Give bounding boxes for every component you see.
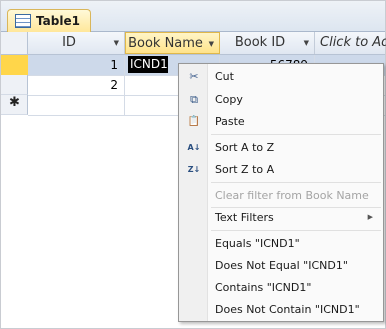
select-all-corner[interactable] [1,32,28,54]
cell-id[interactable] [28,95,125,115]
submenu-arrow-icon: ▶ [367,213,373,221]
menu-separator [211,230,381,231]
row-selector[interactable] [1,75,28,95]
menu-separator [211,182,381,183]
tab-label: Table1 [36,14,80,28]
chevron-down-icon[interactable]: ▼ [304,32,309,54]
chevron-down-icon[interactable]: ▼ [114,32,119,54]
menu-item-copy[interactable]: Copy [215,93,243,107]
table-icon [15,14,31,28]
menu-item-does-not-equal[interactable]: Does Not Equal "ICND1" [215,259,348,273]
menu-item-sort-a-to-z[interactable]: Sort A to Z [215,141,274,155]
menu-item-does-not-contain[interactable]: Does Not Contain "ICND1" [215,303,360,317]
menu-item-clear-filter: Clear filter from Book Name [215,189,369,202]
access-table-window: Table1 ID ▼ Book Name ▼ Book ID ▼ Click … [0,0,386,329]
row-selector-current[interactable] [1,55,28,76]
column-header-label: Click to Ad [320,35,386,50]
column-header-click-to-add[interactable]: Click to Ad [315,32,386,54]
menu-item-text-filters[interactable]: Text Filters [215,211,274,225]
menu-item-cut[interactable]: Cut [215,70,234,84]
sort-a-to-z-icon: A↓ [187,143,201,152]
cell-id[interactable]: 1 [28,55,125,75]
scissors-icon: ✂ [189,70,199,83]
document-tab-strip: Table1 [1,1,385,32]
cell-edit-selection[interactable]: ICND1 [128,56,168,73]
menu-item-equals[interactable]: Equals "ICND1" [215,237,300,251]
column-header-book-name[interactable]: Book Name ▼ [125,32,220,54]
sort-z-to-a-icon: Z↓ [187,165,201,174]
new-record-icon: ✱ [9,95,20,110]
column-header-book-id[interactable]: Book ID ▼ [220,32,315,54]
context-menu: ✂ Cut ⧉ Copy 📋 Paste A↓ Sort A to Z Z↓ S… [178,63,384,322]
menu-item-sort-z-to-a[interactable]: Sort Z to A [215,163,274,177]
menu-separator [211,134,381,135]
chevron-down-icon[interactable]: ▼ [209,33,214,55]
copy-icon: ⧉ [190,93,198,106]
column-header-label: ID [62,35,76,50]
column-header-id[interactable]: ID ▼ [28,32,125,54]
menu-item-contains[interactable]: Contains "ICND1" [215,281,311,295]
column-header-row: ID ▼ Book Name ▼ Book ID ▼ Click to Ad [1,32,386,55]
tab-table1[interactable]: Table1 [7,9,91,32]
menu-item-paste[interactable]: Paste [215,115,245,129]
paste-icon: 📋 [187,116,201,127]
menu-separator [211,207,381,208]
cell-id[interactable]: 2 [28,75,125,95]
column-header-label: Book Name [128,36,203,51]
column-header-label: Book ID [234,35,286,50]
